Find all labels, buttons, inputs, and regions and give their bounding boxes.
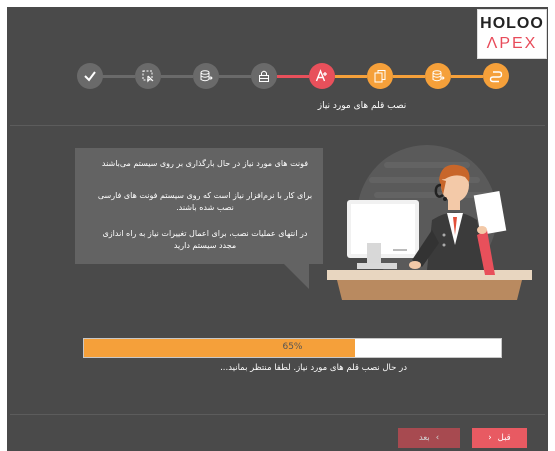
info-text-1: فونت های مورد نیاز در حال بارگذاری بر رو… [101, 159, 309, 168]
logo-line2: ΛPEX [486, 35, 538, 52]
database-icon [432, 70, 445, 82]
info-bubble-tail [283, 263, 309, 289]
info-text-2: برای کار با نرم‌افزار نیاز است که روی سی… [97, 191, 313, 212]
back-label: قبل [497, 433, 511, 443]
step-font [309, 63, 335, 89]
step-link [483, 63, 509, 89]
step-connector [451, 75, 483, 78]
step-copy [367, 63, 393, 89]
step-connector [219, 75, 251, 78]
back-button[interactable]: › قبل [472, 428, 527, 448]
link-icon [489, 71, 503, 83]
step-connector [335, 75, 367, 78]
chevron-right-icon: › [488, 433, 492, 443]
step-database [193, 63, 219, 89]
font-icon [315, 69, 327, 82]
step-connector [101, 75, 135, 78]
info-bubble: فونت های مورد نیاز در حال بارگذاری بر رو… [75, 148, 323, 264]
step-check [77, 63, 103, 89]
user-at-computer-illustration [327, 145, 532, 300]
next-button[interactable]: بعد ‹ [398, 428, 460, 448]
current-step-label: نصب قلم های مورد نیاز [317, 101, 407, 111]
install-progress-bar: 65% [83, 338, 502, 358]
step-select [135, 63, 161, 89]
check-icon [84, 71, 96, 82]
step-connector [277, 75, 309, 78]
info-text-3: در انتهای عملیات نصب، برای اعمال تغییرات… [102, 229, 308, 250]
step-lock [251, 63, 277, 89]
copy-icon [374, 70, 386, 83]
chevron-left-icon: ‹ [435, 433, 440, 443]
installer-window: HOLOO ΛPEX نصب قلم های مورد نیاز فونت ها… [7, 7, 548, 451]
select-icon [142, 70, 154, 83]
next-label: بعد [418, 433, 430, 443]
step-connector [393, 75, 425, 78]
logo-line1: HOLOO [480, 15, 544, 32]
holoo-apex-logo: HOLOO ΛPEX [477, 9, 547, 59]
step-connector [161, 75, 193, 78]
progress-percent: 65% [282, 342, 303, 352]
lock-icon [259, 70, 269, 82]
status-text: در حال نصب قلم های مورد نیاز. لطفا منتظر… [220, 363, 407, 373]
database-icon [200, 70, 213, 82]
step-database-2 [425, 63, 451, 89]
